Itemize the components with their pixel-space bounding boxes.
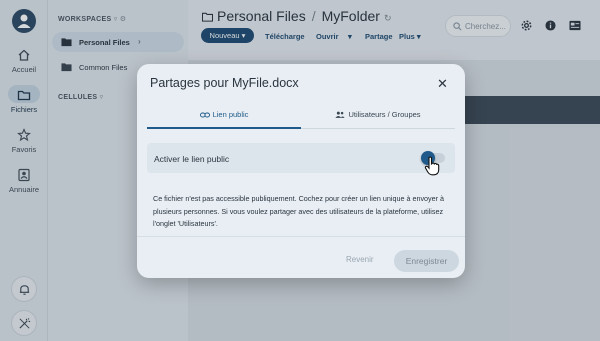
dialog-title: Partages pour MyFile.docx xyxy=(150,76,299,90)
public-link-toggle-row[interactable]: Activer le lien public xyxy=(147,143,455,173)
share-tabs: Lien public Utilisateurs / Groupes xyxy=(147,103,455,129)
contacts-icon xyxy=(18,168,30,182)
rail-item-label: Fichiers xyxy=(10,105,38,114)
link-icon xyxy=(199,112,210,118)
help-text: Ce fichier n'est pas accessible publique… xyxy=(153,194,445,228)
folder-icon xyxy=(17,90,31,101)
save-button[interactable]: Enregistrer xyxy=(394,250,459,272)
dialog-footer: Revenir Enregistrer xyxy=(137,236,465,278)
revert-button[interactable]: Revenir xyxy=(346,255,374,264)
rail-item-label: Favoris xyxy=(11,145,37,154)
home-icon xyxy=(18,49,30,61)
users-icon xyxy=(335,111,346,118)
rail-item-label: Annuaire xyxy=(8,185,40,194)
toggle-label: Activer le lien public xyxy=(154,154,230,164)
rail-item-label: Accueil xyxy=(11,65,37,74)
tab-public-link[interactable]: Lien public xyxy=(147,103,301,129)
share-dialog: Partages pour MyFile.docx ✕ Lien public … xyxy=(137,64,465,278)
tab-users-groups[interactable]: Utilisateurs / Groupes xyxy=(301,103,455,129)
close-icon[interactable]: ✕ xyxy=(437,76,448,92)
hand-cursor-icon xyxy=(424,156,440,176)
star-icon xyxy=(17,128,31,142)
